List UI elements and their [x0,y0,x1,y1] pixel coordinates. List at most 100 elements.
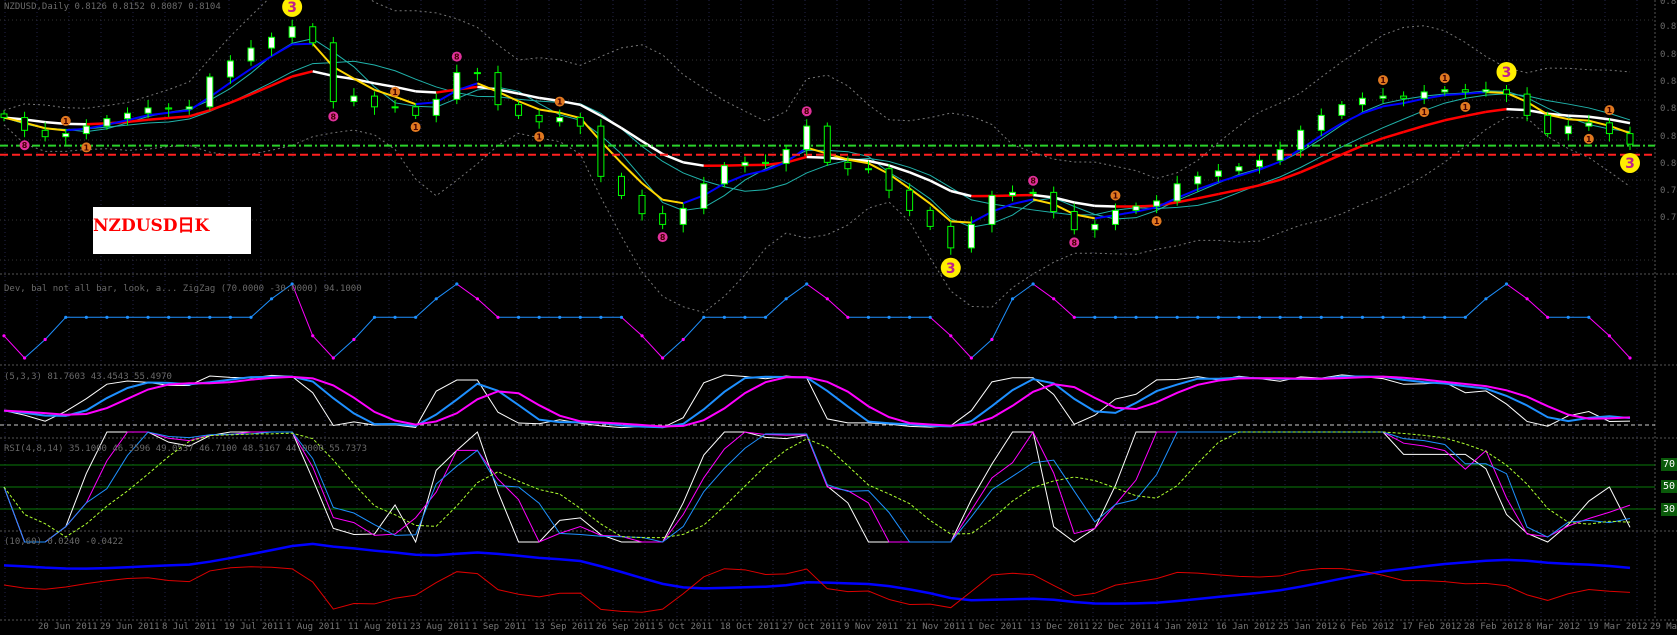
zigzag-point [393,315,397,319]
zigzag-segment [662,339,684,359]
zigzag-segment [456,283,478,300]
zigzag-point [619,315,624,319]
date-tick-label: 20 Jun 2011 [38,622,98,632]
zigzag-point [846,315,850,319]
date-tick-label: 8 Jul 2011 [162,622,217,632]
candle-body [1503,89,1511,95]
zigzag-point [1401,315,1406,319]
signal-label: 1 [63,117,69,126]
candle-body [988,194,996,225]
candle-body [432,98,440,116]
price-tick-label: 0.8150 [1660,131,1677,142]
signal-label: 1 [1113,191,1119,200]
zigzag-segment [1032,283,1054,300]
date-tick-label: 25 Jan 2012 [1278,622,1338,632]
bollinger-upper [3,0,1631,179]
candle-body [597,125,605,177]
candle-body [617,175,625,196]
signal-label: 8 [22,141,28,150]
zigzag-segment [765,298,787,318]
zigzag-point [805,282,809,286]
rsi-level-50: 50 [1661,480,1677,493]
price-tick-label: 0.8600 [1660,49,1677,60]
zigzag-point [1257,315,1262,319]
ma-slow-segment [579,103,602,117]
candle-body [1132,205,1140,211]
date-tick-label: 5 Oct 2011 [658,622,713,632]
candle-body [206,76,214,108]
candle-body [309,26,317,44]
zigzag-point [475,297,479,301]
ma-slow-segment [374,82,396,89]
stoch-d-line [3,375,1631,429]
ma-slow-segment [168,115,190,120]
candle-body [288,26,296,38]
signal-label: 8 [1030,177,1036,186]
candle-body [0,113,8,119]
candle-body [906,189,914,211]
ma-slow-segment [1485,107,1507,114]
candle-body [1173,183,1181,202]
zigzag-point [784,297,788,301]
zigzag-point [928,315,932,319]
ma-slow-segment [1403,124,1425,134]
candle-body [1029,191,1037,194]
zigzag-point [887,315,891,319]
zigzag-segment [44,316,67,340]
ma-slow-segment [1568,114,1589,118]
zigzag-point [1319,315,1323,319]
ma-slow-segment [1341,144,1363,156]
zigzag-point [722,315,726,319]
zigzag-segment [1506,283,1528,300]
date-tick-label: 11 Aug 2011 [348,622,408,632]
stoch-header: (5,3,3) 81.7603 43.4543 55.4970 [4,372,172,382]
symbol-label: NZDUSD日K [93,216,210,236]
zigzag-point [187,315,191,319]
zigzag-point [84,315,88,319]
candle-body [103,118,111,127]
candle-body [21,117,29,131]
date-tick-label: 28 Feb 2012 [1464,622,1524,632]
candle-body [659,213,667,225]
ma-slow-segment [950,189,972,198]
zigzag-point [331,356,335,360]
zigzag-point [702,315,706,319]
zigzag-point [64,315,68,319]
zigzag-segment [826,298,849,318]
zigzag-point [1628,356,1632,360]
zigzag-point [763,315,768,319]
signal-label: 1 [536,133,542,142]
date-tick-label: 4 Jan 2012 [1154,622,1209,632]
zigzag-point [1484,297,1488,301]
candle-body [1379,95,1387,99]
candle-body [144,107,152,114]
zigzag-point [908,315,912,319]
rsi-header: RSI(4,8,14) 35.1000 46.3596 49.0537 46.7… [4,444,368,454]
ma-slow-segment [1197,192,1219,200]
candle-body [494,72,502,106]
signal-label: 3 [1502,65,1512,81]
zigzag-point [1340,315,1344,319]
candle-body [1050,191,1058,212]
zigzag-point [1216,315,1220,319]
ma-signal-segment [168,109,190,114]
zigzag-point [990,337,994,342]
zigzag-point [1607,334,1612,338]
zigzag-segment [1588,316,1610,337]
candle-body [329,42,337,103]
date-tick-label: 19 Jul 2011 [224,622,284,632]
candle-body [473,72,481,75]
zigzag-point [496,315,500,319]
zigzag-point [1052,297,1056,301]
ma-slow-segment [620,127,643,143]
ma-slow-segment [683,161,704,167]
zigzag-segment [1465,298,1487,318]
candle-body [185,106,193,110]
date-tick-label: 9 Nov 2011 [844,622,899,632]
candle-body [823,125,831,163]
ma-slow-segment [1279,171,1302,182]
main-header: NZDUSD,Daily 0.8126 0.8152 0.8087 0.8104 [4,2,221,12]
zigzag-segment [415,298,437,318]
price-chart[interactable]: 3 3 3 3 8 8 8 8 8 8 8 1 1 1 1 1 1 1 1 1 1 1 1 1 1 [0,0,1677,635]
candle-body [1441,89,1449,93]
